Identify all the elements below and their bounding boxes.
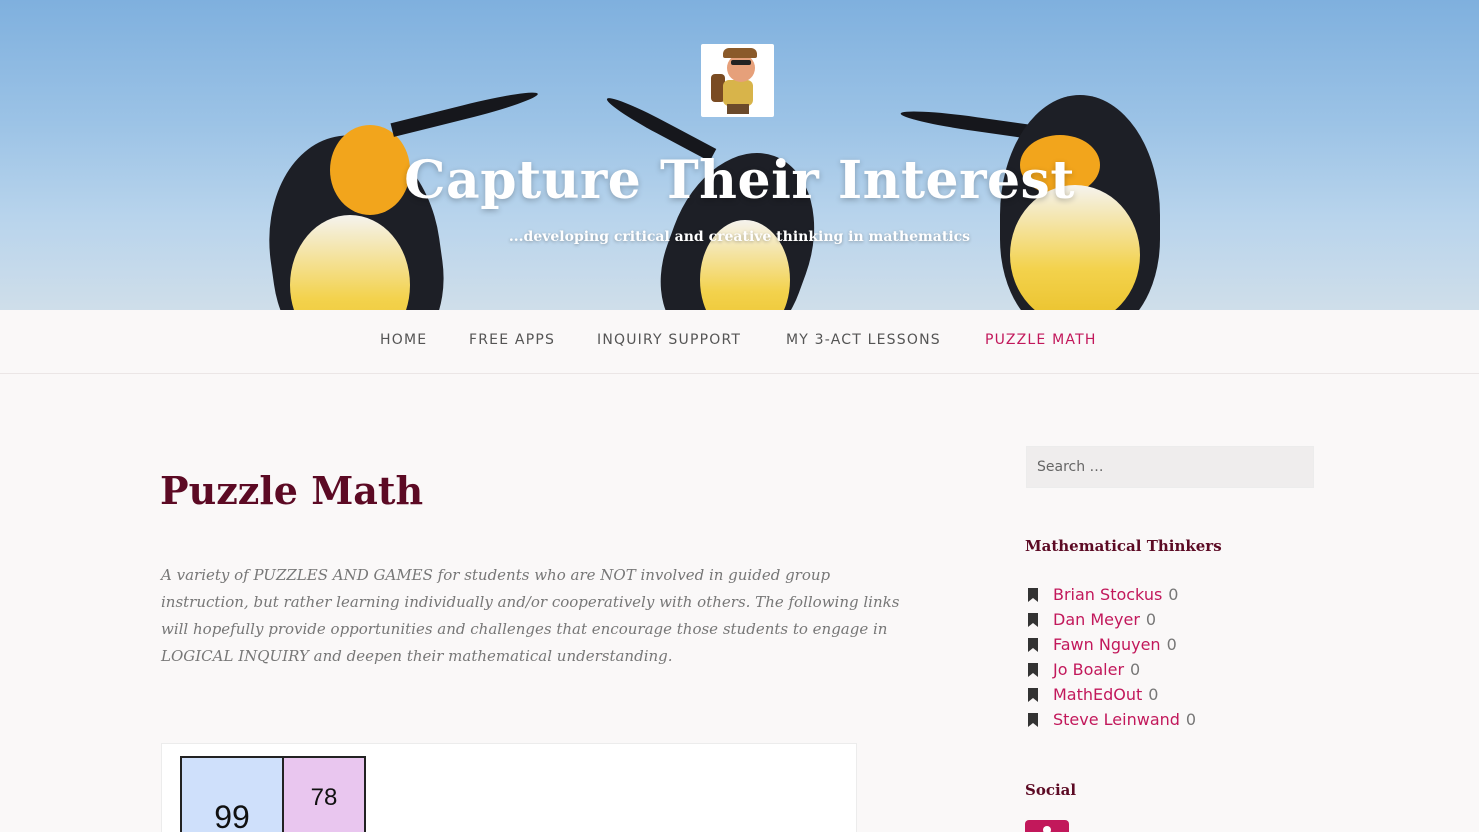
widget-title-social: Social <box>1025 781 1077 799</box>
nav-item-free-apps[interactable]: FREE APPS <box>469 332 555 348</box>
list-item: Brian Stockus 0 <box>1025 582 1196 607</box>
site-header: Capture Their Interest ...developing cri… <box>0 0 1479 310</box>
thinker-link[interactable]: Brian Stockus <box>1053 585 1162 604</box>
bookmark-icon <box>1028 587 1038 602</box>
nav-item-home[interactable]: HOME <box>380 332 427 348</box>
thinker-link[interactable]: Jo Boaler <box>1053 660 1124 679</box>
nav-item-inquiry-support[interactable]: INQUIRY SUPPORT <box>597 332 741 348</box>
search-input[interactable] <box>1026 446 1314 488</box>
bookmark-icon <box>1028 637 1038 652</box>
bookmark-icon <box>1028 662 1038 677</box>
bookmark-icon <box>1028 687 1038 702</box>
thinker-count: 0 <box>1148 685 1159 704</box>
thinker-link[interactable]: Dan Meyer <box>1053 610 1140 629</box>
thinker-link[interactable]: MathEdOut <box>1053 685 1142 704</box>
puzzle-cell: 78 <box>282 756 366 832</box>
thinker-link[interactable]: Fawn Nguyen <box>1053 635 1161 654</box>
list-item: Dan Meyer 0 <box>1025 607 1196 632</box>
main-nav: HOME FREE APPS INQUIRY SUPPORT MY 3-ACT … <box>0 310 1479 374</box>
list-item: Steve Leinwand 0 <box>1025 707 1196 732</box>
thinker-count: 0 <box>1130 660 1141 679</box>
thinkers-list: Brian Stockus 0 Dan Meyer 0 Fawn Nguyen … <box>1025 582 1196 732</box>
nav-item-puzzle-math[interactable]: PUZZLE MATH <box>985 332 1097 348</box>
page-title: Puzzle Math <box>160 468 424 513</box>
bookmark-icon <box>1028 612 1038 627</box>
thinker-count: 0 <box>1168 585 1179 604</box>
instagram-icon[interactable] <box>1025 820 1069 832</box>
bookmark-icon <box>1028 712 1038 727</box>
thinker-count: 0 <box>1145 610 1157 629</box>
widget-title-thinkers: Mathematical Thinkers <box>1025 537 1222 555</box>
list-item: Jo Boaler 0 <box>1025 657 1196 682</box>
thinker-count: 0 <box>1166 635 1177 654</box>
thinker-count: 0 <box>1185 710 1197 729</box>
nav-item-3-act-lessons[interactable]: MY 3-ACT LESSONS <box>786 332 941 348</box>
site-title[interactable]: Capture Their Interest <box>0 150 1479 211</box>
list-item: MathEdOut 0 <box>1025 682 1196 707</box>
puzzle-cell: 99 <box>180 756 284 832</box>
thinker-link[interactable]: Steve Leinwand <box>1053 710 1180 729</box>
list-item: Fawn Nguyen 0 <box>1025 632 1196 657</box>
site-tagline: ...developing critical and creative thin… <box>508 229 971 245</box>
site-logo[interactable] <box>701 44 774 117</box>
intro-paragraph: A variety of PUZZLES AND GAMES for stude… <box>161 566 900 665</box>
puzzle-image[interactable]: 99 78 <box>161 743 857 832</box>
